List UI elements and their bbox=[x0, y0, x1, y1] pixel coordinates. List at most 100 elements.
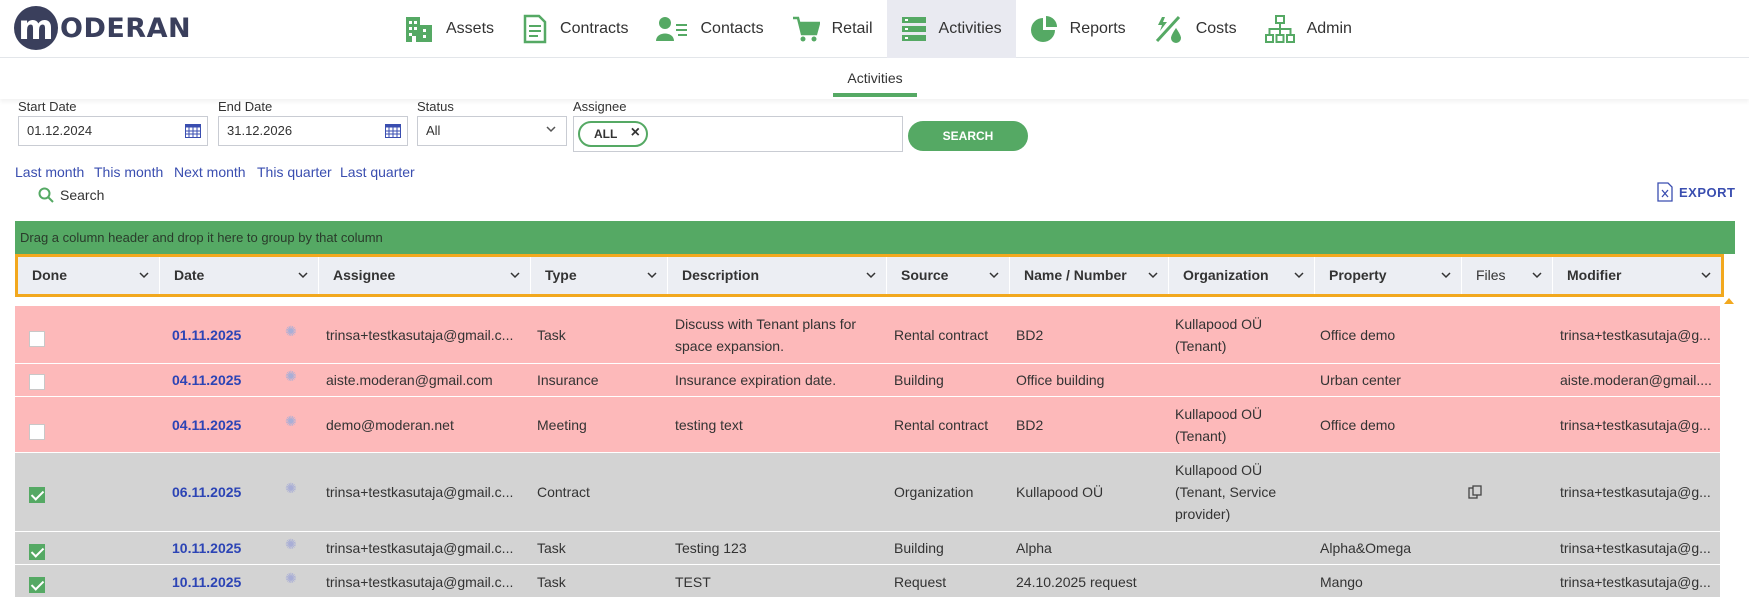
chevron-down-icon[interactable] bbox=[1701, 271, 1711, 279]
end-date-field[interactable]: 31.12.2026 bbox=[218, 116, 408, 146]
remove-chip-icon[interactable]: × bbox=[631, 122, 640, 144]
nav-admin[interactable]: Admin bbox=[1251, 0, 1366, 58]
chevron-down-icon[interactable] bbox=[510, 271, 520, 279]
chevron-down-icon[interactable] bbox=[1441, 271, 1451, 279]
chevron-down-icon[interactable] bbox=[298, 271, 308, 279]
done-checkbox[interactable] bbox=[29, 424, 45, 440]
quick-this-quarter[interactable]: This quarter bbox=[257, 164, 332, 180]
source-cell: Rental contract bbox=[894, 327, 989, 343]
chevron-down-icon[interactable] bbox=[1532, 271, 1542, 279]
type-cell: Task bbox=[537, 540, 566, 556]
start-date-field[interactable]: 01.12.2024 bbox=[18, 116, 208, 146]
chevron-down-icon[interactable] bbox=[647, 271, 657, 279]
calendar-icon[interactable] bbox=[385, 124, 401, 138]
date-link[interactable]: 04.11.2025 bbox=[172, 369, 241, 391]
assignee-cell: demo@moderan.net bbox=[326, 417, 454, 433]
modifier-cell: trinsa+testkasutaja@g... bbox=[1560, 540, 1711, 556]
chevron-down-icon[interactable] bbox=[1148, 271, 1158, 279]
gear-icon[interactable]: ✺ bbox=[285, 480, 297, 497]
col-label: Organization bbox=[1183, 267, 1269, 283]
costs-icon bbox=[1155, 15, 1181, 43]
table-row[interactable]: 04.11.2025 ✺ demo@moderan.net Meeting te… bbox=[15, 397, 1720, 453]
name-cell: Kullapood OÜ bbox=[1016, 484, 1104, 500]
col-label: Type bbox=[545, 267, 577, 283]
gear-icon[interactable]: ✺ bbox=[285, 368, 297, 385]
nav-activities[interactable]: Activities bbox=[886, 0, 1016, 58]
col-organization[interactable]: Organization bbox=[1169, 257, 1315, 294]
modifier-cell: trinsa+testkasutaja@g... bbox=[1560, 484, 1711, 500]
table-row[interactable]: 01.11.2025 ✺ trinsa+testkasutaja@gmail.c… bbox=[15, 306, 1720, 364]
group-by-panel[interactable]: Drag a column header and drop it here to… bbox=[15, 221, 1735, 254]
top-navigation: m ODERAN Assets Contracts Contacts Retai… bbox=[0, 0, 1749, 58]
attachment-icon[interactable] bbox=[1468, 485, 1482, 499]
export-button[interactable]: EXPORT bbox=[1657, 182, 1735, 202]
col-name-number[interactable]: Name / Number bbox=[1010, 257, 1169, 294]
property-cell: Office demo bbox=[1320, 327, 1396, 343]
assignee-multiselect[interactable]: ALL × bbox=[573, 116, 903, 152]
done-checkbox[interactable] bbox=[29, 544, 45, 560]
date-link[interactable]: 10.11.2025 bbox=[172, 537, 241, 559]
nav-contracts[interactable]: Contracts bbox=[508, 0, 642, 58]
table-row[interactable]: 06.11.2025 ✺ trinsa+testkasutaja@gmail.c… bbox=[15, 453, 1720, 532]
col-done[interactable]: Done bbox=[18, 257, 160, 294]
col-modifier[interactable]: Modifier bbox=[1553, 257, 1721, 294]
property-cell: Mango bbox=[1320, 574, 1363, 590]
col-description[interactable]: Description bbox=[668, 257, 887, 294]
col-label: Source bbox=[901, 267, 949, 283]
gear-icon[interactable]: ✺ bbox=[285, 323, 297, 340]
nav-reports[interactable]: Reports bbox=[1016, 0, 1140, 58]
col-source[interactable]: Source bbox=[887, 257, 1010, 294]
done-checkbox[interactable] bbox=[29, 374, 45, 390]
calendar-icon[interactable] bbox=[185, 124, 201, 138]
name-cell: BD2 bbox=[1016, 417, 1044, 433]
gear-icon[interactable]: ✺ bbox=[285, 570, 297, 587]
date-link[interactable]: 10.11.2025 bbox=[172, 571, 241, 593]
nav-costs[interactable]: Costs bbox=[1140, 0, 1251, 58]
done-checkbox[interactable] bbox=[29, 577, 45, 593]
scroll-up-icon[interactable] bbox=[1724, 298, 1734, 304]
gear-icon[interactable]: ✺ bbox=[285, 413, 297, 430]
quick-next-month[interactable]: Next month bbox=[174, 164, 246, 180]
search-button[interactable]: SEARCH bbox=[908, 121, 1028, 151]
quick-this-month[interactable]: This month bbox=[94, 164, 163, 180]
table-row[interactable]: 10.11.2025 ✺ trinsa+testkasutaja@gmail.c… bbox=[15, 532, 1720, 565]
type-cell: Insurance bbox=[537, 372, 599, 388]
nav-retail[interactable]: Retail bbox=[778, 0, 887, 58]
date-link[interactable]: 04.11.2025 bbox=[172, 414, 241, 436]
description-line: TEST bbox=[675, 574, 711, 590]
organization-line: (Tenant) bbox=[1175, 428, 1227, 444]
quick-last-quarter[interactable]: Last quarter bbox=[340, 164, 415, 180]
buildings-icon bbox=[406, 17, 432, 42]
nav-assets[interactable]: Assets bbox=[390, 0, 508, 58]
done-checkbox[interactable] bbox=[29, 487, 45, 503]
app-logo[interactable]: m ODERAN bbox=[14, 6, 191, 50]
col-files[interactable]: Files bbox=[1462, 257, 1553, 294]
done-checkbox[interactable] bbox=[29, 331, 45, 347]
nav-contacts[interactable]: Contacts bbox=[642, 0, 777, 58]
chevron-down-icon[interactable] bbox=[989, 271, 999, 279]
table-row[interactable]: 04.11.2025 ✺ aiste.moderan@gmail.com Ins… bbox=[15, 364, 1720, 397]
date-link[interactable]: 01.11.2025 bbox=[172, 324, 241, 346]
quick-last-month[interactable]: Last month bbox=[15, 164, 84, 180]
description-line: testing text bbox=[675, 417, 743, 433]
col-assignee[interactable]: Assignee bbox=[319, 257, 531, 294]
status-select[interactable]: All bbox=[417, 116, 567, 146]
chevron-down-icon[interactable] bbox=[866, 271, 876, 279]
chevron-down-icon[interactable] bbox=[1294, 271, 1304, 279]
type-cell: Task bbox=[537, 327, 566, 343]
pie-chart-icon bbox=[1030, 16, 1057, 42]
organization-line: (Tenant, Service bbox=[1175, 484, 1277, 500]
tab-activities[interactable]: Activities bbox=[833, 59, 917, 97]
table-row[interactable]: 10.11.2025 ✺ trinsa+testkasutaja@gmail.c… bbox=[15, 565, 1720, 598]
col-type[interactable]: Type bbox=[531, 257, 668, 294]
col-date[interactable]: Date bbox=[160, 257, 319, 294]
advanced-search-link[interactable]: Search bbox=[38, 187, 104, 203]
chevron-down-icon[interactable] bbox=[139, 271, 149, 279]
col-property[interactable]: Property bbox=[1315, 257, 1462, 294]
gear-icon[interactable]: ✺ bbox=[285, 536, 297, 553]
col-label: Name / Number bbox=[1024, 267, 1127, 283]
organization-line: Kullapood OÜ bbox=[1175, 462, 1263, 478]
organization-line: (Tenant) bbox=[1175, 338, 1227, 354]
assignee-chip[interactable]: ALL × bbox=[578, 121, 648, 147]
date-link[interactable]: 06.11.2025 bbox=[172, 481, 241, 503]
